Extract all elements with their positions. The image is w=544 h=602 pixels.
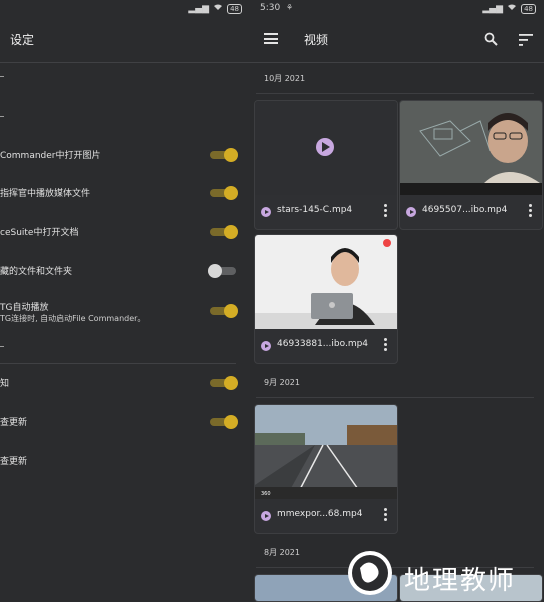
globe-logo-icon bbox=[348, 551, 392, 595]
video-card[interactable]: stars-145-C.mp4 bbox=[254, 100, 398, 230]
signal-icon: ▂▄▆ bbox=[188, 3, 210, 14]
videos-app-bar: 视频 bbox=[250, 18, 544, 62]
setting-label: 查更新 bbox=[0, 418, 28, 428]
video-meta: stars-145-C.mp4 bbox=[255, 195, 397, 229]
setting-label: 藏的文件和文件夹 bbox=[0, 267, 73, 277]
toggle-switch[interactable] bbox=[210, 225, 238, 239]
divider bbox=[0, 363, 236, 364]
setting-label: 查更新 bbox=[0, 457, 28, 467]
video-card[interactable]: 46933881...ibo.mp4 bbox=[254, 234, 398, 364]
status-time: 5:30 bbox=[260, 3, 281, 13]
more-options-icon[interactable] bbox=[529, 204, 532, 219]
sort-icon[interactable] bbox=[519, 34, 533, 46]
watermark-text: 地理教师 bbox=[404, 566, 517, 596]
section-date: 8月 2021 bbox=[264, 548, 300, 557]
svg-text:360: 360 bbox=[261, 491, 271, 497]
page-title: 视频 bbox=[304, 33, 329, 47]
setting-otg-autoplay[interactable]: TG自动播放 TG连接时, 自动启动File Commander。 bbox=[0, 300, 250, 330]
video-meta: mmexpor...68.mp4 bbox=[255, 499, 397, 533]
video-thumbnail bbox=[255, 101, 397, 195]
battery-icon: 48 bbox=[521, 3, 536, 14]
video-thumbnail bbox=[255, 235, 397, 329]
setting-hidden-files[interactable]: 藏的文件和文件夹 bbox=[0, 264, 250, 280]
notification-icon: ⚘ bbox=[286, 3, 294, 12]
status-bar-right: 5:30 ⚘ ▂▄▆ 48 bbox=[250, 0, 544, 18]
section-date: 9月 2021 bbox=[264, 378, 300, 387]
toggle-switch[interactable] bbox=[210, 304, 238, 318]
setting-label: Commander中打开图片 bbox=[0, 151, 101, 161]
setting-open-documents[interactable]: ceSuite中打开文档 bbox=[0, 225, 250, 241]
status-icons-right: ▂▄▆ 48 bbox=[482, 3, 536, 14]
play-icon bbox=[261, 207, 271, 217]
battery-icon: 48 bbox=[227, 3, 242, 14]
video-card[interactable]: 4695507...ibo.mp4 bbox=[399, 100, 543, 230]
search-icon[interactable] bbox=[484, 32, 498, 46]
settings-panel: ▂▄▆ 48 设定 Commander中打开图片 指挥官中播放媒体文件 ceSu… bbox=[0, 0, 250, 600]
section-divider bbox=[256, 93, 534, 94]
divider bbox=[250, 62, 544, 63]
section-divider bbox=[256, 397, 534, 398]
video-meta: 46933881...ibo.mp4 bbox=[255, 329, 397, 363]
section-mark bbox=[0, 346, 4, 347]
video-meta: 4695507...ibo.mp4 bbox=[400, 195, 542, 229]
section-mark bbox=[0, 76, 4, 77]
menu-icon[interactable] bbox=[264, 33, 278, 44]
setting-notifications[interactable]: 知 bbox=[0, 376, 250, 392]
toggle-switch[interactable] bbox=[210, 148, 238, 162]
setting-label: ceSuite中打开文档 bbox=[0, 228, 79, 238]
toggle-switch[interactable] bbox=[210, 186, 238, 200]
divider bbox=[0, 62, 250, 63]
watermark: 地理教师 bbox=[340, 548, 540, 598]
settings-app-bar: 设定 bbox=[0, 18, 250, 62]
toggle-switch[interactable] bbox=[210, 415, 238, 429]
toggle-switch[interactable] bbox=[210, 376, 238, 390]
videos-panel: 5:30 ⚘ ▂▄▆ 48 视频 10月 2021 stars-145-C.mp… bbox=[250, 0, 544, 602]
setting-play-media[interactable]: 指挥官中播放媒体文件 bbox=[0, 186, 250, 202]
signal-icon: ▂▄▆ bbox=[482, 3, 504, 14]
video-thumbnail: 360 bbox=[255, 405, 397, 500]
more-options-icon[interactable] bbox=[384, 508, 387, 523]
video-filename: stars-145-C.mp4 bbox=[277, 205, 353, 215]
status-icons-left: ▂▄▆ 48 bbox=[188, 3, 242, 14]
video-filename: mmexpor...68.mp4 bbox=[277, 509, 363, 519]
video-filename: 46933881...ibo.mp4 bbox=[277, 339, 369, 349]
setting-check-updates-now[interactable]: 查更新 bbox=[0, 454, 250, 470]
setting-label: TG自动播放 bbox=[0, 303, 49, 313]
setting-label: 指挥官中播放媒体文件 bbox=[0, 189, 91, 199]
page-title: 设定 bbox=[10, 33, 35, 47]
video-thumbnail bbox=[400, 101, 542, 195]
play-icon bbox=[406, 207, 416, 217]
play-icon bbox=[261, 341, 271, 351]
setting-open-images[interactable]: Commander中打开图片 bbox=[0, 148, 250, 164]
setting-description: TG连接时, 自动启动File Commander。 bbox=[0, 314, 146, 323]
play-icon bbox=[261, 511, 271, 521]
setting-check-updates[interactable]: 查更新 bbox=[0, 415, 250, 431]
toggle-switch[interactable] bbox=[208, 264, 236, 278]
more-options-icon[interactable] bbox=[384, 204, 387, 219]
section-date: 10月 2021 bbox=[264, 74, 306, 83]
play-circle-icon bbox=[316, 138, 334, 156]
more-options-icon[interactable] bbox=[384, 338, 387, 353]
video-card[interactable]: 360 mmexpor...68.mp4 bbox=[254, 404, 398, 534]
wifi-icon bbox=[213, 3, 223, 14]
section-mark bbox=[0, 116, 4, 117]
video-filename: 4695507...ibo.mp4 bbox=[422, 205, 508, 215]
wifi-icon bbox=[507, 3, 517, 14]
status-bar-left: ▂▄▆ 48 bbox=[0, 0, 250, 18]
setting-label: 知 bbox=[0, 379, 10, 389]
